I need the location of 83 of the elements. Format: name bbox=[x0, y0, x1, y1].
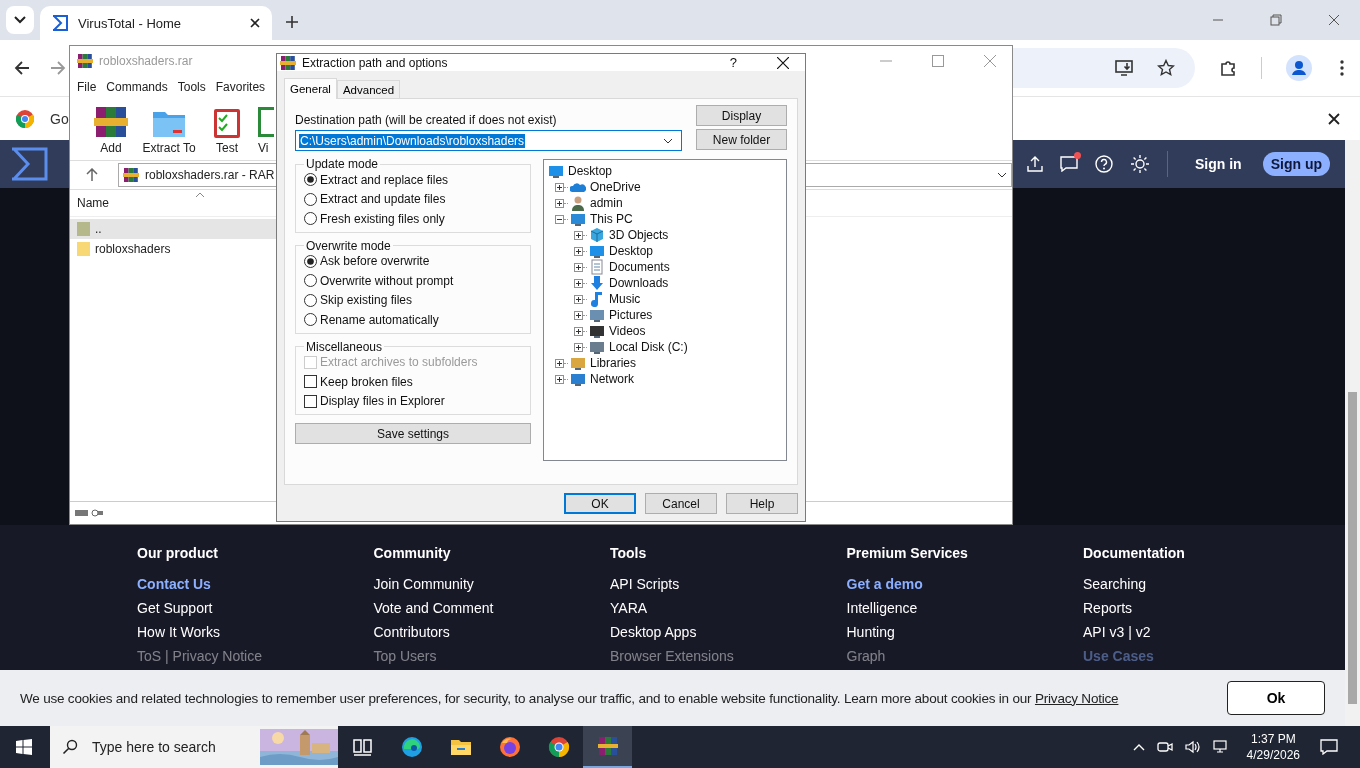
radio-option[interactable]: Extract and replace files bbox=[304, 171, 524, 189]
dialog-button[interactable]: Help bbox=[726, 493, 798, 514]
radio-option[interactable]: Skip existing files bbox=[304, 291, 524, 309]
tree-item[interactable]: Downloads bbox=[609, 276, 669, 290]
tree-item[interactable]: OneDrive bbox=[590, 180, 641, 194]
column-header[interactable]: Name bbox=[77, 196, 109, 210]
footer-link[interactable]: Top Users bbox=[373, 647, 610, 665]
toolbar-button[interactable]: Extract To bbox=[140, 103, 198, 155]
menu-item[interactable]: Tools bbox=[177, 80, 206, 94]
dialog-tab[interactable]: General bbox=[284, 78, 337, 99]
footer-link[interactable]: Searching bbox=[1083, 575, 1320, 593]
tree-item[interactable]: Local Disk (C:) bbox=[609, 340, 688, 354]
sign-in-link[interactable]: Sign in bbox=[1195, 156, 1242, 172]
tree-item[interactable]: Documents bbox=[609, 260, 670, 274]
tree-item[interactable]: Libraries bbox=[590, 356, 637, 370]
radio-option[interactable]: Ask before overwrite bbox=[304, 252, 524, 270]
destination-path-field[interactable]: C:\Users\admin\Downloads\robloxshaders bbox=[295, 130, 682, 151]
save-settings-button[interactable]: Save settings bbox=[295, 423, 531, 444]
footer-link[interactable]: Join Community bbox=[373, 575, 610, 593]
tree-item[interactable]: This PC bbox=[590, 212, 633, 226]
dialog-button[interactable]: OK bbox=[564, 493, 636, 514]
footer-link[interactable]: Browser Extensions bbox=[610, 647, 847, 665]
group-title: Overwrite mode bbox=[305, 238, 392, 253]
browser-tab[interactable]: VirusTotal - Home bbox=[40, 6, 272, 40]
radio-option[interactable]: Rename automatically bbox=[304, 311, 524, 329]
tree-item[interactable]: Desktop bbox=[609, 244, 654, 258]
sign-up-button[interactable]: Sign up bbox=[1262, 152, 1330, 176]
dialog-button[interactable]: New folder bbox=[696, 129, 787, 150]
menu-item[interactable]: Commands bbox=[106, 80, 168, 94]
footer-link[interactable]: Get a demo bbox=[846, 575, 1083, 593]
menu-item[interactable]: Favorites bbox=[215, 80, 266, 94]
destination-label: Destination path (will be created if does not exist) bbox=[295, 113, 558, 127]
infobar-text: Go bbox=[50, 110, 69, 127]
checkbox-option[interactable]: Keep broken files bbox=[304, 373, 524, 391]
radio-option[interactable]: Extract and update files bbox=[304, 190, 524, 208]
footer-link[interactable]: Get Support bbox=[137, 599, 374, 617]
checkbox-option[interactable]: Display files in Explorer bbox=[304, 392, 524, 410]
footer-link[interactable]: API Scripts bbox=[610, 575, 847, 593]
radio-option[interactable]: Fresh existing files only bbox=[304, 210, 524, 228]
footer-link[interactable]: Contact Us bbox=[137, 575, 374, 593]
footer-link[interactable]: Graph bbox=[846, 647, 1083, 665]
footer-heading: Community bbox=[373, 545, 452, 561]
footer-link[interactable]: Hunting bbox=[846, 623, 1083, 641]
tree-item[interactable]: admin bbox=[590, 196, 623, 210]
radio-option[interactable]: Overwrite without prompt bbox=[304, 272, 524, 290]
footer-link[interactable]: Desktop Apps bbox=[610, 623, 847, 641]
tree-item[interactable]: Music bbox=[609, 292, 641, 306]
toolbar-button[interactable]: Test bbox=[198, 103, 256, 155]
footer-link[interactable]: How It Works bbox=[137, 623, 374, 641]
footer-link[interactable]: ToS | Privacy Notice bbox=[137, 647, 374, 665]
window-title: robloxshaders.rar bbox=[99, 54, 193, 68]
toolbar-button[interactable]: Add bbox=[82, 103, 140, 155]
ok-button[interactable]: Ok bbox=[1227, 681, 1325, 715]
menu-item[interactable]: File bbox=[77, 80, 97, 94]
tab-title: VirusTotal - Home bbox=[78, 15, 183, 31]
footer-link[interactable]: Reports bbox=[1083, 599, 1320, 617]
footer-link[interactable]: API v3 | v2 bbox=[1083, 623, 1320, 641]
tree-item[interactable]: Videos bbox=[609, 324, 646, 338]
footer-link[interactable]: Contributors bbox=[373, 623, 610, 641]
footer-link[interactable]: Intelligence bbox=[846, 599, 1083, 617]
footer-heading: Documentation bbox=[1083, 545, 1186, 561]
clock-date[interactable]: 4/29/2026 bbox=[1246, 747, 1300, 763]
taskbar-search-field[interactable]: Type here to search bbox=[50, 726, 338, 768]
group-title: Update mode bbox=[305, 157, 380, 171]
dialog-button[interactable]: Cancel bbox=[645, 493, 717, 514]
footer-link[interactable]: YARA bbox=[610, 599, 847, 617]
help-button[interactable]: ? bbox=[729, 55, 737, 70]
dialog-title: Extraction path and options bbox=[302, 55, 448, 70]
toolbar-button[interactable]: Vi bbox=[256, 103, 274, 155]
cookie-notice: We use cookies and related technologies to remember user preferences, for security, to analyse our traffic, and to enable website functionality. Learn more about cookies in our Privacy Notice bbox=[20, 690, 1120, 706]
tree-item[interactable]: Desktop bbox=[568, 164, 613, 178]
tree-item[interactable]: 3D Objects bbox=[609, 228, 669, 242]
clock-time[interactable]: 1:37 PM bbox=[1250, 731, 1296, 747]
privacy-notice-link[interactable]: Privacy Notice bbox=[1034, 690, 1119, 706]
tree-item[interactable]: Network bbox=[590, 372, 634, 386]
footer-heading: Premium Services bbox=[846, 545, 969, 561]
footer-heading: Tools bbox=[610, 545, 648, 561]
tree-item[interactable]: Pictures bbox=[609, 308, 653, 322]
footer-heading: Our product bbox=[137, 545, 219, 561]
group-title: Miscellaneous bbox=[305, 339, 384, 354]
dialog-tab[interactable]: Advanced bbox=[336, 80, 401, 98]
footer-link[interactable]: Vote and Comment bbox=[373, 599, 610, 617]
dialog-button[interactable]: Display bbox=[696, 105, 787, 126]
